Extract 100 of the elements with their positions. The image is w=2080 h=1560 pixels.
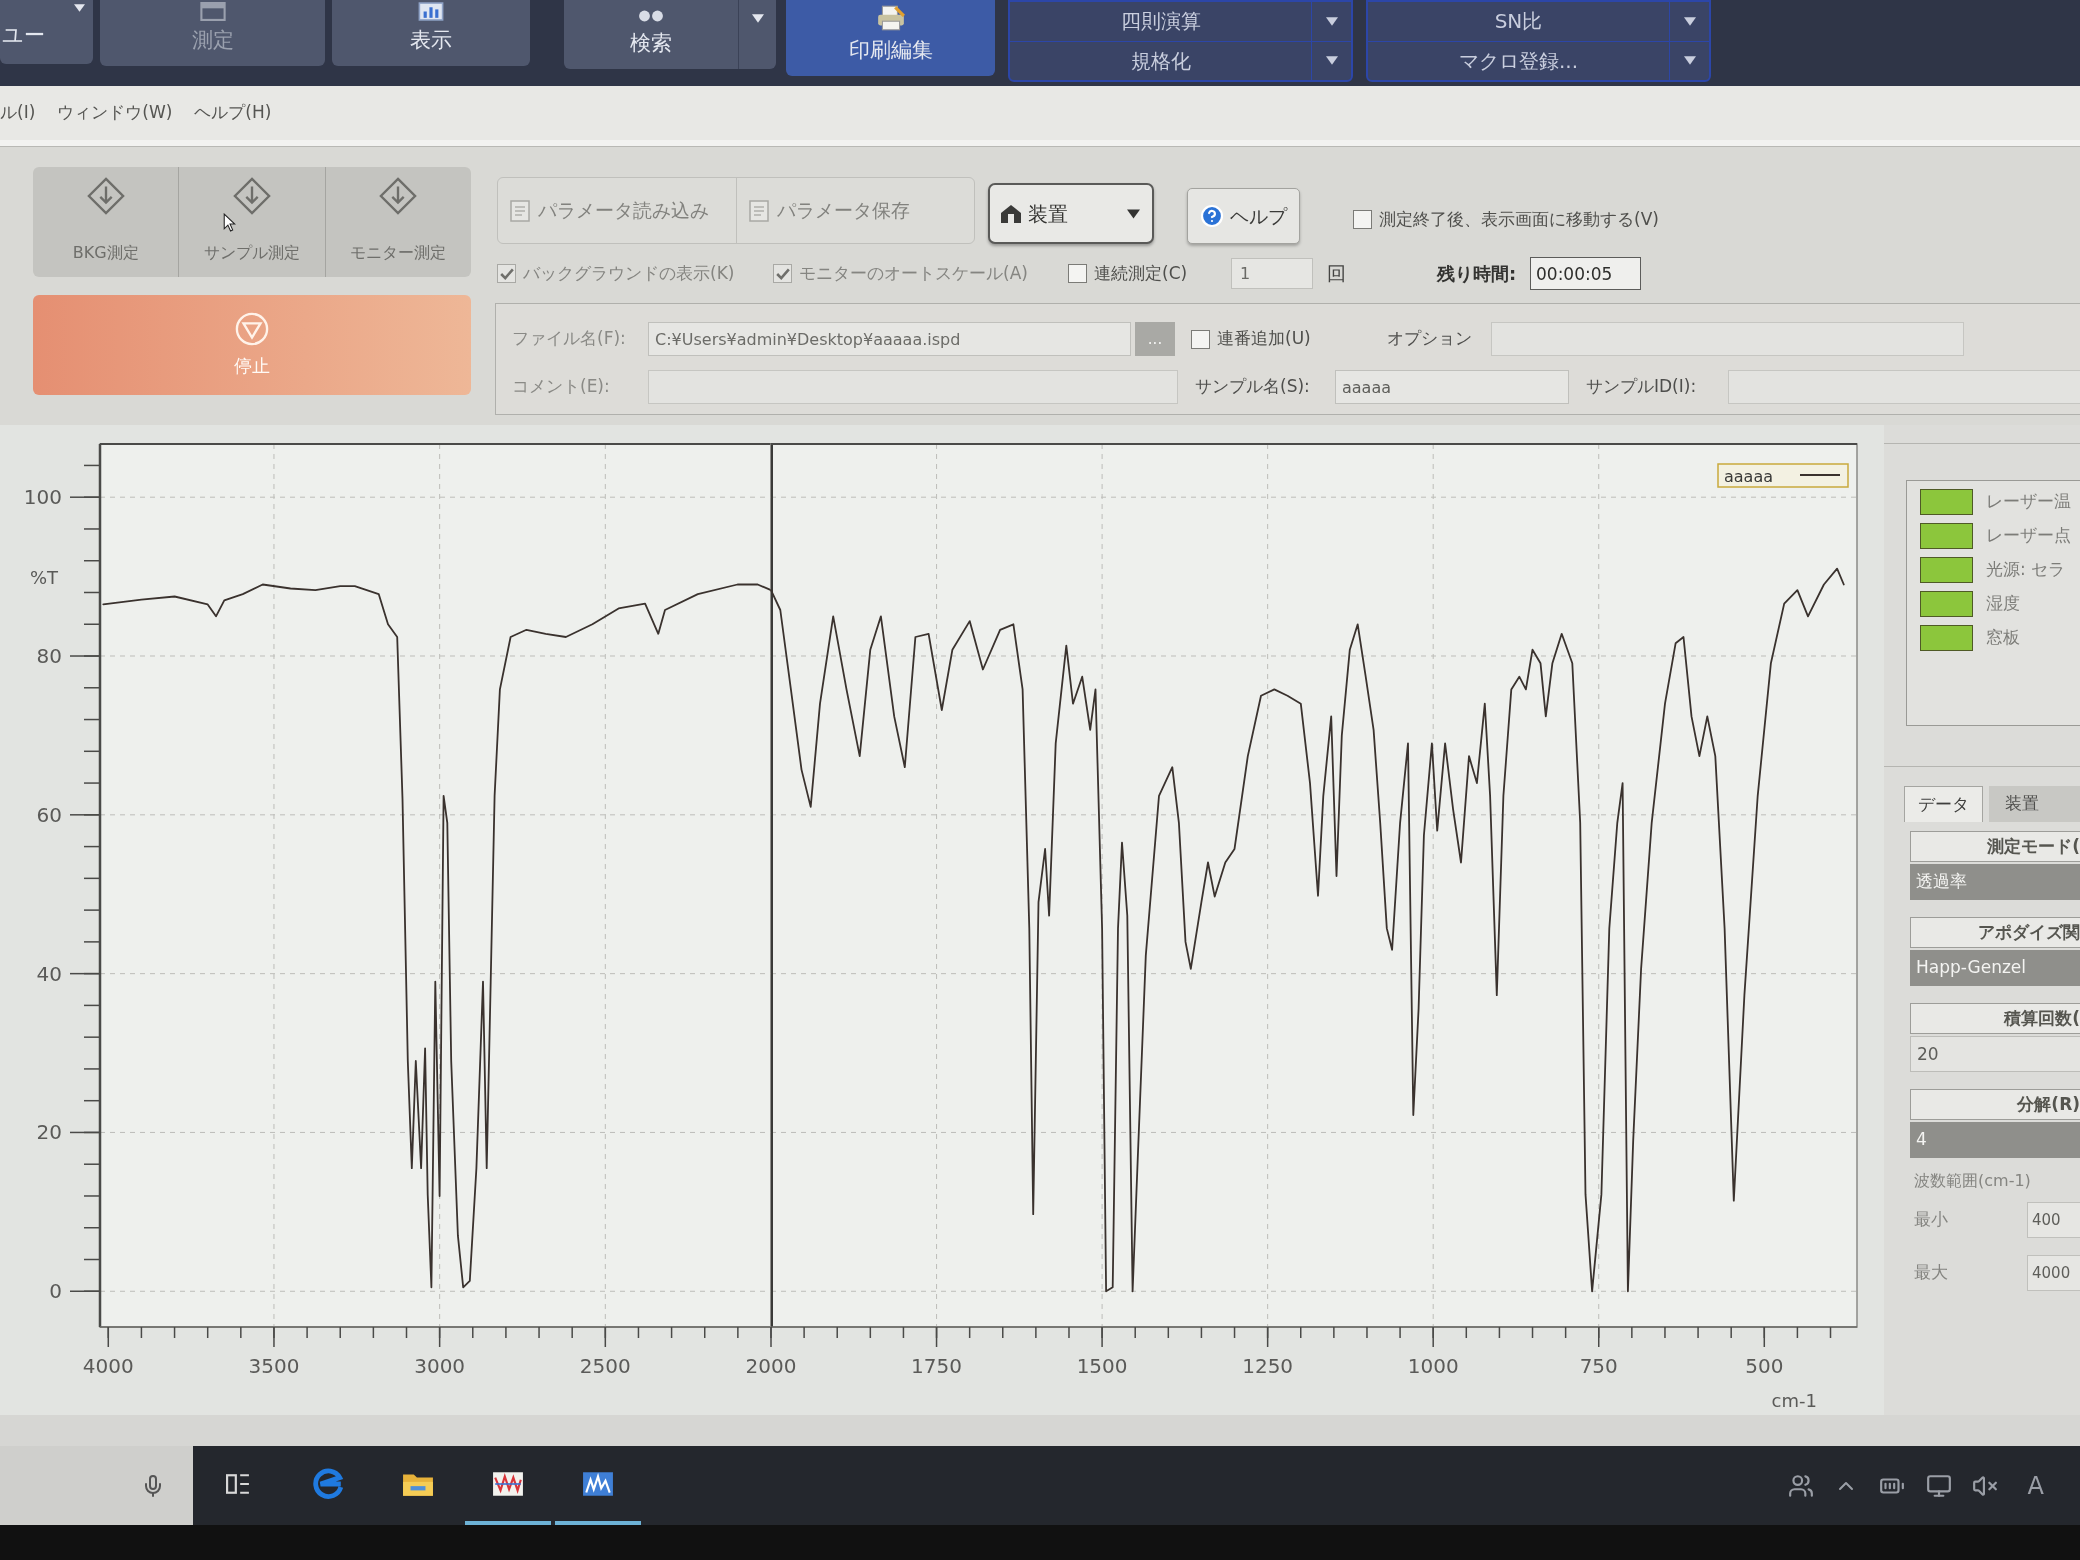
- network-icon[interactable]: [1925, 1472, 1952, 1499]
- menu-item[interactable]: ヘルプ(H): [194, 100, 272, 126]
- help-button[interactable]: ヘルプ: [1187, 188, 1300, 244]
- range-label: 波数範囲(cm-1): [1914, 1170, 2032, 1192]
- checkbox-label: 測定終了後、表示画面に移動する(V): [1379, 207, 1659, 231]
- field-header: 積算回数(: [1910, 1003, 2080, 1034]
- y-tick-label: 40: [36, 961, 62, 986]
- panel-tab[interactable]: データ: [1904, 786, 1983, 822]
- range-field-label: 最大: [1914, 1261, 1949, 1285]
- y-axis-title: %T: [29, 566, 58, 588]
- people-icon[interactable]: [1787, 1472, 1814, 1499]
- ribbon-dropdown[interactable]: マクロ登録...: [1368, 41, 1709, 80]
- binoculars-icon: [638, 9, 664, 22]
- legend-line-icon: [1799, 474, 1841, 476]
- y-tick-label: 80: [36, 644, 62, 668]
- sample-id-field[interactable]: [1728, 370, 2080, 404]
- field-header: 測定モード(: [1910, 831, 2080, 862]
- ribbon-dropdown[interactable]: SN比: [1368, 2, 1709, 42]
- caret-icon: [751, 14, 764, 23]
- ribbon-dropdown[interactable]: 規格化: [1010, 41, 1351, 80]
- checkmark-icon: [775, 267, 790, 280]
- x-tick-label: 2000: [745, 1354, 797, 1378]
- x-tick-label: 750: [1579, 1354, 1618, 1378]
- remaining-time-label: 残り時間:: [1437, 262, 1518, 286]
- help-icon: [1200, 204, 1224, 228]
- window-icon: [199, 1, 226, 21]
- checkbox-label: 連続測定(C): [1094, 261, 1188, 285]
- diamond-icon: [379, 177, 418, 215]
- option-field[interactable]: [1491, 322, 1964, 356]
- repeat-count-field[interactable]: 1: [1231, 258, 1313, 289]
- field-value: 4: [1910, 1122, 2080, 1158]
- y-tick-label: 60: [36, 802, 62, 827]
- diamond-icon: [86, 177, 125, 215]
- status-label: 光源: セラ: [1986, 558, 2066, 582]
- menu-item[interactable]: ウィンドウ(W): [57, 100, 173, 126]
- range-field[interactable]: 4000: [2027, 1255, 2080, 1291]
- ribbon-button[interactable]: 印刷編集: [786, 0, 995, 76]
- field-header: 分解(R): [1910, 1089, 2080, 1120]
- field-label: コメント(E):: [512, 375, 611, 399]
- diamond-icon: [233, 177, 271, 215]
- status-label: レーザー温: [1986, 490, 2071, 514]
- y-tick-label: 0: [49, 1279, 62, 1304]
- field-label: ファイル名(F):: [512, 327, 627, 351]
- task-view-icon: [226, 1471, 250, 1496]
- sample-name-field[interactable]: aaaaa: [1335, 370, 1569, 404]
- status-label: 湿度: [1986, 592, 2020, 616]
- caret-icon: [1683, 16, 1696, 26]
- range-field-label: 最小: [1914, 1208, 1949, 1232]
- checkbox[interactable]: [1068, 264, 1087, 283]
- ribbon-dropdown[interactable]: 四則演算: [1010, 2, 1351, 42]
- x-tick-label: 4000: [82, 1354, 134, 1378]
- ribbon-button[interactable]: 表示: [332, 0, 530, 66]
- panel-tab[interactable]: 装置: [1989, 786, 2080, 822]
- printer-icon: [875, 4, 906, 31]
- caret-icon: [1325, 16, 1338, 26]
- house-icon: [1000, 203, 1022, 224]
- legend-label: aaaaa: [1724, 467, 1774, 486]
- menu-item[interactable]: ル(I): [0, 100, 36, 126]
- x-axis-title: cm-1: [1771, 1390, 1817, 1411]
- y-tick-label: 20: [36, 1120, 62, 1145]
- caret-icon: [1127, 208, 1140, 219]
- x-tick-label: 2500: [579, 1354, 631, 1378]
- ime-indicator[interactable]: A: [2027, 1467, 2044, 1504]
- spectrum-app-icon: [492, 1470, 524, 1497]
- x-tick-label: 1500: [1076, 1354, 1128, 1378]
- checkbox-label: バックグラウンドの表示(K): [523, 261, 735, 285]
- ribbon-split-button[interactable]: 検索: [564, 0, 776, 69]
- device-dropdown-button[interactable]: 装置: [988, 183, 1154, 244]
- field-value: 透過率: [1910, 864, 2080, 900]
- y-tick-label: 100: [23, 485, 62, 510]
- x-tick-label: 3500: [248, 1354, 300, 1378]
- status-label: 窓板: [1986, 626, 2020, 650]
- field-header: アポダイズ関: [1910, 917, 2080, 948]
- document-icon: [510, 199, 530, 222]
- mouse-pointer-icon: [223, 213, 237, 232]
- range-field[interactable]: 400: [2027, 1202, 2080, 1238]
- x-tick-label: 1000: [1407, 1354, 1459, 1378]
- remaining-time-field[interactable]: 00:00:05: [1530, 257, 1641, 290]
- checkbox[interactable]: [1353, 209, 1372, 229]
- x-tick-label: 1250: [1242, 1354, 1294, 1378]
- x-tick-label: 500: [1745, 1354, 1784, 1378]
- checkbox[interactable]: [1191, 329, 1210, 349]
- document-icon: [748, 199, 769, 222]
- x-tick-label: 3000: [414, 1354, 466, 1378]
- x-tick-label: 1750: [911, 1354, 962, 1378]
- caret-icon: [1683, 56, 1696, 66]
- field-label: サンプル名(S):: [1195, 375, 1311, 399]
- field-value: 20: [1910, 1036, 2080, 1072]
- caret-icon: [74, 4, 85, 12]
- caret-icon: [1325, 56, 1338, 66]
- field-label: オプション: [1387, 327, 1473, 351]
- field-value: Happ-Genzel: [1910, 950, 2080, 986]
- repeat-unit-label: 回: [1327, 261, 1347, 287]
- checkbox-label: 連番追加(U): [1217, 327, 1311, 351]
- chart-icon: [418, 1, 444, 21]
- checkmark-icon: [499, 267, 514, 280]
- ribbon-menu-button[interactable]: ユー: [0, 0, 93, 64]
- status-label: レーザー点: [1986, 524, 2071, 548]
- checkbox-label: モニターのオートスケール(A): [799, 261, 1028, 285]
- browser-icon: [312, 1467, 344, 1500]
